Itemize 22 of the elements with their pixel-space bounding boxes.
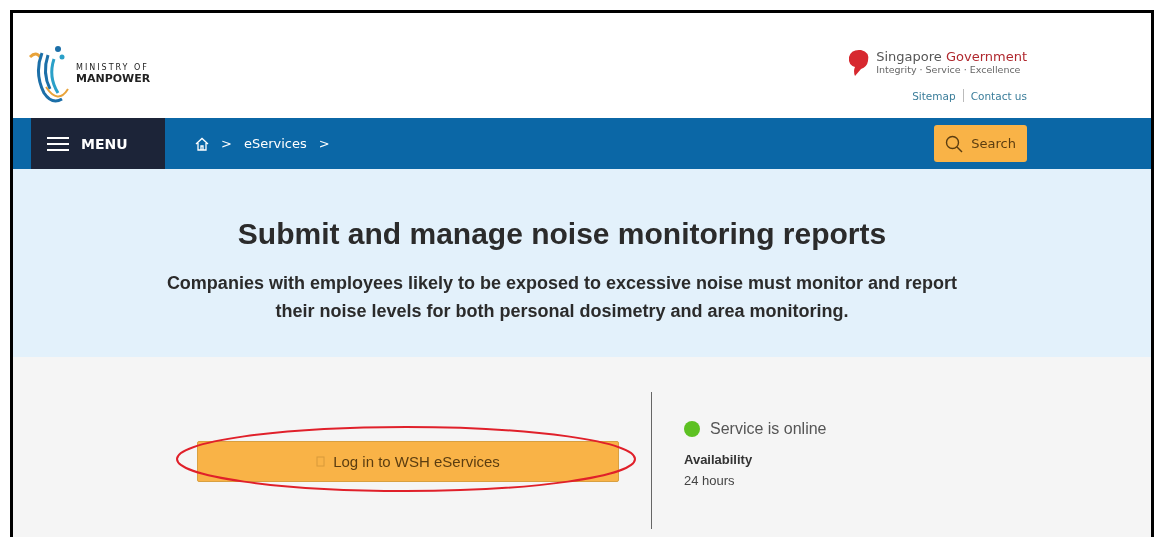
government-name: Singapore Government (876, 49, 1027, 64)
ministry-logo-icon (28, 43, 72, 105)
home-icon[interactable] (195, 136, 209, 151)
breadcrumb-separator: > (221, 136, 232, 151)
square-icon (316, 456, 326, 467)
logo-text: MANPOWER (76, 72, 151, 85)
breadcrumb-separator: > (318, 136, 330, 151)
logo-text: MINISTRY OF (76, 63, 150, 72)
header-link[interactable]: Sitemap (912, 89, 956, 102)
header-link[interactable]: Contact us (970, 89, 1027, 102)
menu-icon (47, 136, 69, 151)
availability-value: 24 hours (684, 473, 736, 488)
search-button[interactable]: Search (934, 125, 1027, 162)
login-button[interactable]: Log in to WSH eServices (197, 441, 619, 482)
availability-label: Availability (684, 452, 754, 467)
government-tagline: Integrity · Service · Excellence (876, 64, 1022, 75)
status-text: Service is online (710, 420, 827, 438)
page-title: Submit and manage noise monitoring reports (237, 217, 887, 251)
breadcrumb-link[interactable]: eServices (243, 136, 307, 151)
menu-button[interactable]: MENU (31, 118, 165, 169)
page-description: Companies with employees likely to be exposed to excessive noise must monitor and report their noise levels for both personal dosimetry and area monitoring. (165, 272, 959, 323)
search-icon (945, 134, 964, 153)
